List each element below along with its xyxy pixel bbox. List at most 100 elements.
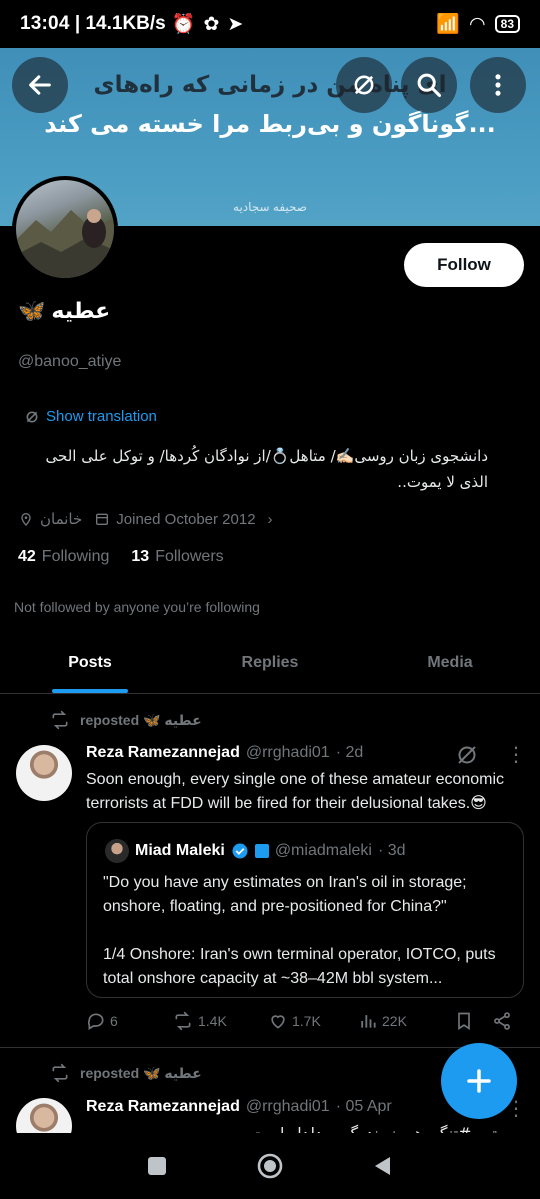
verified-badge-icon xyxy=(232,843,248,859)
quoted-author-avatar xyxy=(105,839,129,863)
affiliation-badge-icon xyxy=(254,844,269,858)
views-chart-icon xyxy=(361,1015,376,1028)
profile-tabs: Posts Replies Media xyxy=(0,636,540,694)
reply-count: 6 xyxy=(110,1013,118,1029)
banner-quote-line2: گوناگون و بی‌ربط مرا خسته می کند... xyxy=(44,110,496,138)
post-actions: 6 1.4K 1.7K 22K xyxy=(86,1011,526,1031)
follow-stats: 42 Following 13 Followers xyxy=(18,548,224,566)
quoted-post-time: · 3d xyxy=(377,842,406,859)
reply-icon xyxy=(87,1013,104,1030)
repost-label-text: reposted 🦋 عطیه xyxy=(80,1064,202,1081)
plus-icon xyxy=(467,1069,491,1093)
post-text: Soon enough, every single one of these a… xyxy=(86,771,505,812)
quoted-author-name: Miad Maleki xyxy=(135,842,225,859)
app-icon: ✿ xyxy=(203,13,220,35)
following-link[interactable]: 42 Following xyxy=(18,548,109,566)
repost-icon xyxy=(52,1063,68,1083)
heart-icon xyxy=(271,1015,285,1029)
profile-avatar[interactable] xyxy=(12,176,118,282)
not-followed-notice: Not followed by anyone you’re following xyxy=(14,599,260,615)
system-navigation-bar xyxy=(0,1133,540,1199)
chevron-right-icon: › xyxy=(267,510,273,528)
quoted-post-text-1: "Do you have any estimates on Iran's oil… xyxy=(103,874,467,915)
quoted-post-text-2: 1/4 Onshore: Iran's own terminal operato… xyxy=(103,946,496,987)
quoted-post[interactable]: Miad Maleki @miadmaleki · 3d "Do you hav… xyxy=(86,822,524,998)
network-speed: 14.1KB/s xyxy=(85,13,166,34)
tab-replies[interactable]: Replies xyxy=(180,636,360,693)
repost-label: reposted 🦋 عطیه xyxy=(50,1063,202,1083)
butterfly-icon: 🦋 xyxy=(18,298,46,323)
search-button[interactable] xyxy=(401,57,457,113)
telegram-icon: ➤ xyxy=(227,13,244,35)
reply-button[interactable]: 6 xyxy=(86,1011,172,1031)
following-label: Following xyxy=(41,548,110,565)
translate-icon xyxy=(26,411,38,422)
repost-button[interactable]: 1.4K xyxy=(172,1011,268,1031)
bookmark-button[interactable] xyxy=(454,1011,492,1031)
follow-button[interactable]: Follow xyxy=(404,243,524,287)
status-time: 13:04 xyxy=(20,13,70,34)
followers-count: 13 xyxy=(131,548,150,565)
more-vertical-icon xyxy=(495,74,501,96)
joined-text: Joined October 2012 xyxy=(116,510,256,528)
post-time: · 2d xyxy=(335,744,364,761)
alarm-icon: ⏰ xyxy=(171,14,196,35)
signal-icon: 📶 xyxy=(436,14,461,35)
repost-icon xyxy=(52,710,68,730)
followers-link[interactable]: 13 Followers xyxy=(131,548,223,566)
status-bar: 13:04 | 14.1KB/s ⏰ ✿ ➤ 📶 ◠ 83 xyxy=(0,0,540,48)
following-count: 42 xyxy=(18,548,36,565)
profile-name: 🦋 عطیه xyxy=(18,298,110,324)
banner-quote-line1: ای پناه من در زمانی که راه‌های xyxy=(93,72,447,98)
translate-icon xyxy=(354,75,374,95)
profile-meta: خانمان Joined October 2012 › xyxy=(18,510,273,528)
views-button[interactable]: 22K xyxy=(358,1011,454,1031)
profile-handle: @banoo_atiye xyxy=(18,353,122,370)
show-translation-link[interactable]: Show translation xyxy=(24,408,157,425)
more-options-button[interactable] xyxy=(470,57,526,113)
repost-label-text: reposted 🦋 عطیه xyxy=(80,711,202,728)
location: خانمان xyxy=(18,510,82,528)
post-author-name[interactable]: Reza Ramezannejad xyxy=(86,744,240,762)
translate-button[interactable] xyxy=(336,57,392,113)
post-more-icon[interactable]: ⋮ xyxy=(506,742,526,767)
post-author-handle: @rrghadi01 xyxy=(245,1098,330,1115)
compose-post-button[interactable] xyxy=(441,1043,517,1119)
post-text: ...ستور #تنگه_هرمز بندرگوپ دلدار است xyxy=(86,1122,526,1133)
share-icon xyxy=(494,1012,510,1030)
tab-media[interactable]: Media xyxy=(360,636,540,693)
post-author-handle: @rrghadi01 xyxy=(245,744,330,761)
battery-icon: 83 xyxy=(494,15,520,33)
join-date[interactable]: Joined October 2012 › xyxy=(94,510,273,528)
post-time: · 05 Apr xyxy=(335,1098,392,1115)
recent-apps-icon[interactable] xyxy=(146,1155,168,1177)
back-button[interactable] xyxy=(12,57,68,113)
bookmark-icon xyxy=(458,1012,470,1031)
search-icon xyxy=(417,73,442,98)
views-count: 22K xyxy=(382,1013,407,1029)
share-button[interactable] xyxy=(492,1011,512,1031)
followers-label: Followers xyxy=(155,548,224,565)
show-translation-label: Show translation xyxy=(46,408,157,425)
profile-display-name: عطیه xyxy=(51,298,111,324)
back-arrow-icon xyxy=(29,75,51,95)
post-author-avatar[interactable] xyxy=(16,745,72,801)
like-count: 1.7K xyxy=(292,1013,321,1029)
repost-count: 1.4K xyxy=(198,1013,227,1029)
repost-label: reposted 🦋 عطیه xyxy=(50,710,202,730)
like-button[interactable]: 1.7K xyxy=(268,1011,358,1031)
quoted-post-text: "Do you have any estimates on Iran's oil… xyxy=(103,871,513,991)
back-triangle-icon[interactable] xyxy=(372,1155,394,1177)
home-icon[interactable] xyxy=(256,1152,284,1180)
post-author-name[interactable]: Reza Ramezannejad xyxy=(86,1098,240,1116)
quoted-author-handle: @miadmaleki xyxy=(274,842,372,859)
profile-bio: دانشجوی زبان روسی✍🏻/ متاهل💍/از نوادگان ک… xyxy=(45,447,488,491)
wifi-icon: ◠ xyxy=(470,13,485,35)
status-divider: | xyxy=(69,13,86,34)
translate-post-icon[interactable] xyxy=(455,743,479,767)
mountain-photo-icon xyxy=(16,209,114,278)
post-header: Reza Ramezannejad @rrghadi01 · 2d xyxy=(86,744,363,762)
repost-icon xyxy=(175,1011,191,1031)
calendar-icon xyxy=(96,513,109,525)
tab-posts[interactable]: Posts xyxy=(0,636,180,693)
